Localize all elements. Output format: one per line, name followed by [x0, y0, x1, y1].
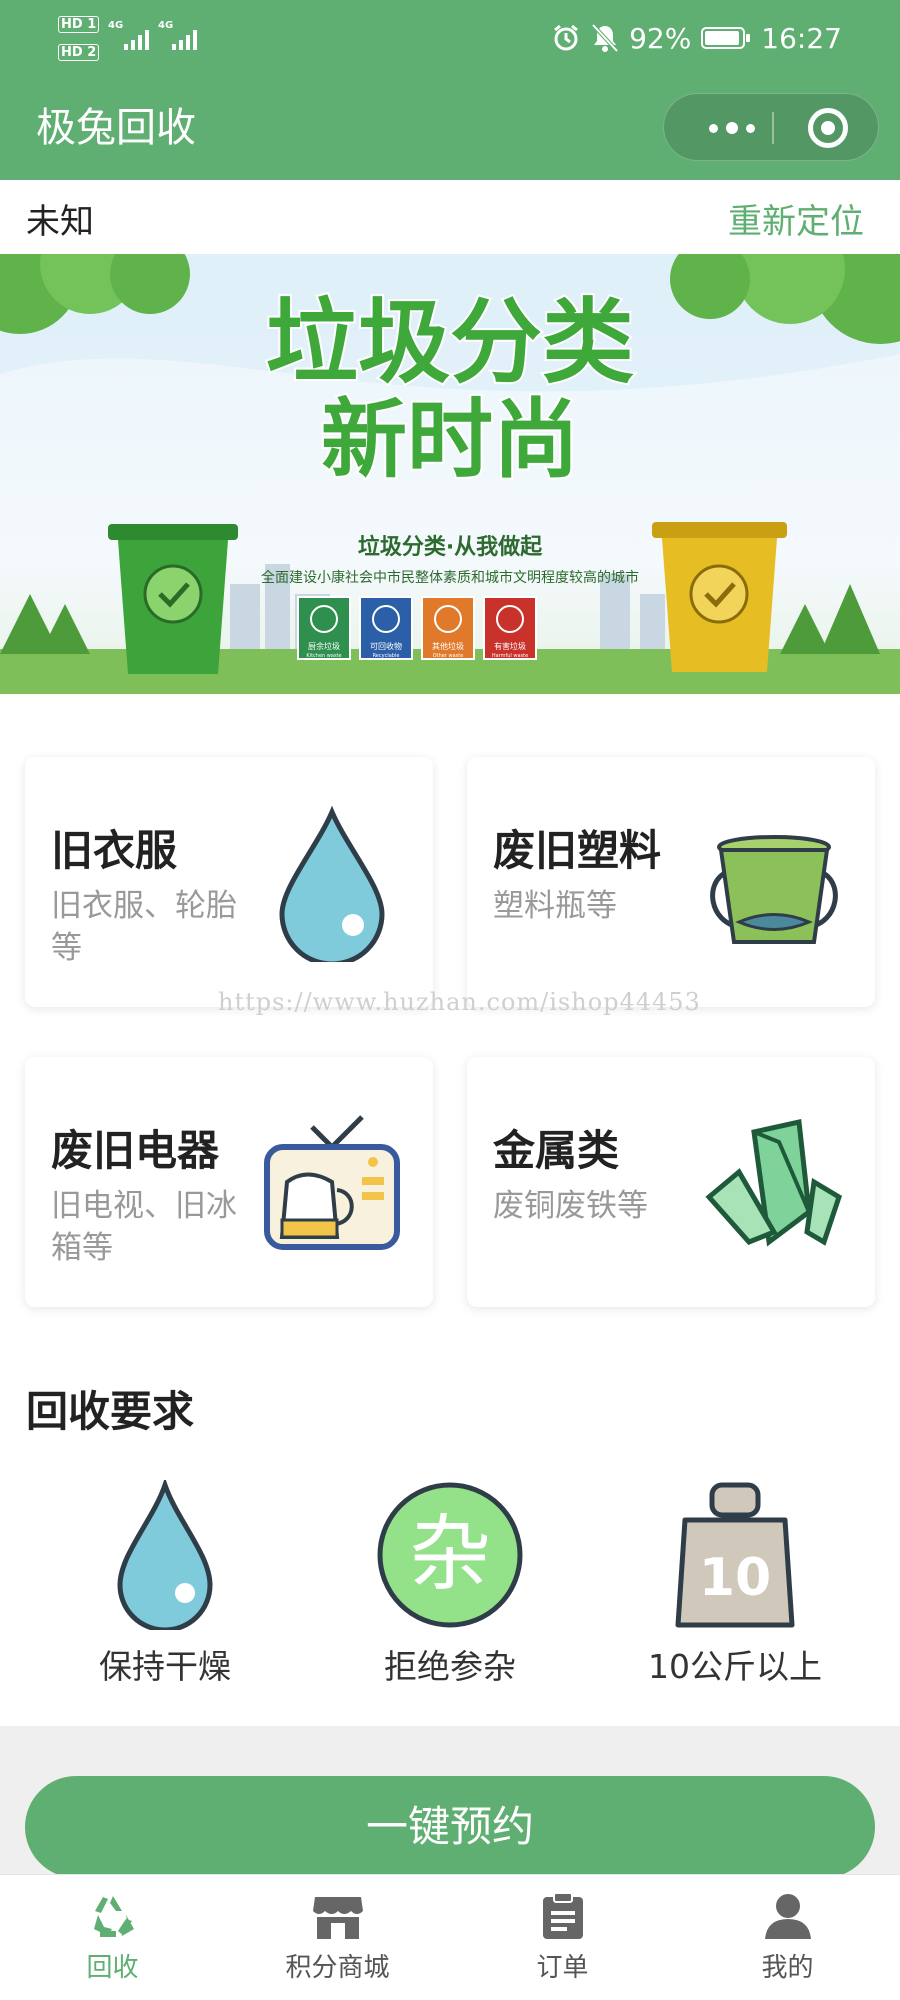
requirement-dry: 保持干燥 — [45, 1480, 285, 1688]
banner-bin-label: 厨余垃圾 — [308, 641, 340, 651]
weight-icon: 10 — [675, 1482, 795, 1628]
crystal-icon — [705, 1118, 843, 1247]
category-card-appliances[interactable]: 废旧电器 旧电视、旧冰箱等 — [25, 1057, 433, 1307]
alarm-icon — [554, 24, 578, 51]
yellow-bin-icon — [652, 522, 787, 672]
signal-indicators: HD 1 HD 2 4G 4G — [58, 14, 208, 66]
banner-bin-label: 可回收物 — [370, 641, 402, 651]
water-drop-icon — [117, 1480, 213, 1630]
water-drop-icon — [279, 805, 385, 962]
banner-bin-sublabel: Recyclable — [373, 653, 400, 659]
category-title: 金属类 — [493, 1126, 620, 1175]
sim1-badge: HD 1 — [58, 16, 100, 33]
status-right: 92% 16:27 — [551, 18, 842, 58]
requirements-title: 回收要求 — [26, 1387, 195, 1436]
relocate-link[interactable]: 重新定位 — [728, 194, 864, 243]
category-card-metal[interactable]: 金属类 废铜废铁等 — [467, 1057, 875, 1307]
bottom-tab-bar: 回收 积分商城 订单 我的 — [0, 1874, 900, 2000]
requirement-no-mix: 杂 拒绝参杂 — [330, 1480, 570, 1688]
status-bar: HD 1 HD 2 4G 4G 92% 16:27 — [0, 0, 900, 78]
category-desc: 塑料瓶等 — [493, 888, 617, 924]
tab-profile[interactable]: 我的 — [675, 1875, 900, 2000]
app-title: 极兔回收 — [36, 105, 196, 151]
category-desc: 废铜废铁等 — [493, 1188, 648, 1224]
banner-headline-2: 新时尚 — [321, 390, 579, 490]
user-icon — [764, 1894, 811, 1939]
tab-points-mall[interactable]: 积分商城 — [225, 1875, 450, 2000]
book-now-button[interactable]: 一键预约 — [25, 1776, 875, 1878]
banner-slogan: 垃圾分类·从我做起 — [358, 534, 543, 560]
top-bar: HD 1 HD 2 4G 4G 92% 16:27 极兔回收 — [0, 0, 900, 180]
category-card-plastic[interactable]: 废旧塑料 塑料瓶等 — [467, 757, 875, 1007]
signal-bars-1-icon — [124, 28, 149, 50]
banner-subtitle: 全面建设小康社会中市民整体素质和城市文明程度较高的城市 — [261, 569, 639, 586]
requirement-weight: 10 10公斤以上 — [615, 1480, 855, 1688]
sim2-badge: HD 2 — [58, 44, 100, 61]
banner-bin-label: 有害垃圾 — [494, 641, 526, 651]
category-desc: 旧衣服、轮胎等 — [51, 888, 237, 966]
category-title: 废旧塑料 — [493, 826, 662, 875]
banner-bin-sublabel: Other waste — [433, 653, 464, 659]
mixed-circle-icon: 杂 — [377, 1482, 523, 1628]
category-title: 旧衣服 — [51, 826, 178, 875]
banner-bin-sublabel: Kitchen waste — [306, 653, 341, 659]
network-type-1: 4G — [108, 20, 124, 31]
clock: 16:27 — [761, 21, 842, 55]
network-type-2: 4G — [158, 20, 174, 31]
bucket-icon — [710, 835, 838, 944]
banner-illustration: 垃圾分类 新时尚 垃圾分类·从我做起 全面建设小康社会中市民整体素质和城市文明程… — [0, 254, 900, 694]
current-location: 未知 — [26, 202, 94, 242]
category-title: 废旧电器 — [51, 1126, 220, 1175]
promo-banner[interactable]: 垃圾分类 新时尚 垃圾分类·从我做起 全面建设小康社会中市民整体素质和城市文明程… — [0, 254, 900, 694]
watermark: https://www.huzhan.com/ishop44453 — [218, 988, 701, 1016]
banner-headline-1: 垃圾分类 — [266, 289, 634, 396]
weight-number: 10 — [699, 1548, 771, 1608]
green-bin-icon — [108, 524, 238, 674]
requirement-label: 保持干燥 — [99, 1647, 231, 1686]
more-dots-icon[interactable] — [694, 94, 770, 162]
tab-label: 回收 — [86, 1953, 139, 1983]
tab-label: 订单 — [536, 1953, 589, 1983]
target-icon[interactable] — [808, 108, 848, 148]
mixed-char: 杂 — [409, 1507, 491, 1602]
requirement-label: 拒绝参杂 — [384, 1647, 516, 1686]
banner-bin-sublabel: Harmful waste — [492, 653, 528, 659]
battery-icon — [701, 27, 751, 49]
mute-bell-icon — [591, 23, 619, 53]
tv-kettle-icon — [264, 1115, 400, 1250]
recycle-icon — [93, 1896, 134, 1937]
clipboard-icon — [542, 1892, 583, 1939]
store-icon — [312, 1897, 363, 1939]
category-desc: 旧电视、旧冰箱等 — [51, 1188, 237, 1266]
signal-bars-2-icon — [172, 28, 197, 50]
requirement-label: 10公斤以上 — [648, 1647, 822, 1686]
category-card-clothes[interactable]: 旧衣服 旧衣服、轮胎等 — [25, 757, 433, 1007]
mini-program-capsule — [663, 93, 879, 161]
tab-label: 我的 — [761, 1953, 814, 1983]
location-row: 未知 重新定位 — [0, 180, 900, 254]
tab-label: 积分商城 — [285, 1953, 390, 1983]
tab-recycle[interactable]: 回收 — [0, 1875, 225, 2000]
banner-bin-label: 其他垃圾 — [432, 641, 464, 651]
battery-percent: 92% — [629, 21, 692, 55]
capsule-divider — [772, 112, 774, 144]
tab-orders[interactable]: 订单 — [450, 1875, 675, 2000]
